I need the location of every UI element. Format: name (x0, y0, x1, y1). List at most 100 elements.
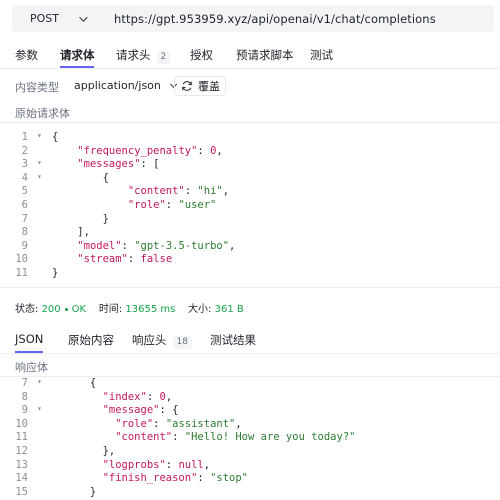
request-tabs: 参数 请求体 请求头 2 授权 预请求脚本 测试 (0, 47, 500, 73)
json-literal: false (140, 253, 173, 266)
line-number: 8 (21, 226, 28, 239)
fold-toggle-icon[interactable]: ▾ (37, 404, 42, 413)
json-punct (52, 253, 77, 265)
line-number: 11 (15, 431, 28, 444)
json-punct: { (52, 131, 59, 143)
code-text: "model": "gpt-3.5-turbo", (52, 240, 235, 252)
tab-json[interactable]: JSON (15, 332, 43, 346)
code-text: ], (52, 226, 90, 238)
tab-headers-label: 请求头 (116, 48, 151, 62)
line-number: 2 (21, 144, 28, 157)
code-text: "finish_reason": "stop" (52, 472, 248, 484)
tab-raw[interactable]: 原始内容 (68, 332, 114, 348)
line-number: 12 (15, 445, 28, 457)
method-select[interactable]: POST (12, 5, 104, 32)
time-label: 时间: (98, 304, 123, 315)
json-punct (52, 145, 77, 157)
code-text: "role": "user" (52, 199, 217, 211)
fold-toggle-icon[interactable]: ▾ (37, 377, 42, 386)
code-line: 7 ▾ { (0, 377, 500, 391)
tab-body[interactable]: 请求体 (60, 47, 95, 63)
code-line: 4 ▾ { (0, 172, 500, 186)
line-number: 15 (15, 485, 28, 498)
line-number: 10 (15, 253, 28, 266)
json-literal: null (178, 458, 204, 471)
json-punct (52, 404, 103, 416)
json-punct: , (235, 417, 242, 430)
json-key: "content" (127, 185, 185, 198)
json-string: "stop" (210, 472, 248, 485)
json-punct (52, 240, 77, 252)
tab-response-headers-label: 响应头 (132, 333, 167, 347)
json-punct: }, (52, 445, 116, 457)
line-number: 11 (15, 267, 28, 279)
code-text: { (52, 172, 109, 184)
code-line: 14 "finish_reason": "stop" (0, 472, 500, 486)
override-button[interactable]: 覆盖 (174, 76, 226, 96)
size-label: 大小: (188, 304, 212, 315)
json-key: "model" (77, 239, 122, 252)
line-number: 3 (21, 158, 28, 171)
code-line: 8 "index": 0, (0, 391, 500, 405)
tab-pre-request-script[interactable]: 预请求脚本 (236, 47, 294, 63)
fold-toggle-icon[interactable]: ▾ (37, 158, 42, 167)
line-number: 9 (21, 239, 28, 252)
content-type-select[interactable]: application/json (74, 79, 178, 92)
url-input[interactable]: https://gpt.953959.xyz/api/openai/v1/cha… (104, 12, 436, 26)
code-line: 9 "model": "gpt-3.5-turbo", (0, 240, 500, 254)
line-number: 7 (21, 212, 28, 225)
code-text: "index": 0, (52, 390, 173, 403)
divider (0, 68, 500, 69)
json-punct: { (52, 377, 97, 389)
code-line: 11} (0, 267, 500, 281)
size-value: 361 B (214, 304, 244, 315)
json-string: "assistant" (165, 417, 236, 430)
json-key: "role" (127, 199, 166, 211)
code-text: { (52, 377, 96, 389)
method-label: POST (30, 12, 59, 25)
json-punct: ], (52, 226, 90, 239)
code-line: 5 "content": "hi", (0, 185, 500, 199)
fold-toggle-icon[interactable]: ▾ (37, 172, 42, 181)
tab-response-headers[interactable]: 响应头 18 (132, 332, 192, 349)
tab-auth[interactable]: 授权 (190, 47, 213, 63)
json-key: "index" (102, 390, 147, 403)
json-punct (52, 418, 115, 430)
time-value: 13655 ms (125, 304, 176, 315)
line-number: 13 (15, 458, 28, 471)
code-line: 3 ▾ "messages": [ (0, 158, 500, 172)
fold-toggle-icon[interactable]: ▾ (37, 131, 42, 140)
response-status-bar: 状态: 200 OK 时间: 13655 ms 大小: 361 B (15, 300, 244, 315)
json-punct (52, 158, 77, 170)
line-number: 8 (21, 390, 28, 403)
code-line: 1 ▾ { (0, 131, 500, 145)
json-punct: } (52, 267, 59, 279)
tab-params[interactable]: 参数 (15, 47, 38, 63)
code-line: 10 "stream": false (0, 253, 500, 267)
json-string: "hi" (197, 185, 223, 198)
code-text: }, (52, 445, 116, 457)
line-number: 14 (15, 472, 28, 485)
chevron-down-icon (79, 12, 88, 22)
code-line: 13 "logprobs": null, (0, 459, 500, 473)
response-body-viewer[interactable]: 7 ▾ {8 "index": 0, 9 ▾ "message": {10 "role… (0, 377, 500, 500)
line-number: 6 (21, 199, 28, 211)
status-label: 状态: (15, 304, 39, 315)
code-line: 7 } (0, 213, 500, 227)
code-text: "logprobs": null, (52, 458, 211, 471)
request-body-editor[interactable]: 1 ▾{2 "frequency_penalty": 0, 3 ▾ "messages… (0, 131, 500, 281)
json-punct (52, 472, 103, 484)
tab-test-results[interactable]: 测试结果 (210, 332, 256, 348)
json-key: "role" (115, 417, 154, 430)
tab-tests[interactable]: 测试 (310, 47, 333, 63)
status-dot (64, 307, 68, 311)
content-type-row: 内容类型 application/json 覆盖 (0, 76, 500, 96)
raw-body-label: 原始请求体 (15, 107, 70, 120)
line-number: 9 (21, 404, 28, 417)
json-key: "message" (102, 404, 160, 417)
request-bar: POST https://gpt.953959.xyz/api/openai/v… (12, 5, 494, 32)
refresh-icon (182, 81, 192, 91)
code-line: 2 "frequency_penalty": 0, (0, 145, 500, 159)
response-headers-count-badge: 18 (172, 336, 192, 349)
tab-headers[interactable]: 请求头 2 (116, 47, 171, 64)
